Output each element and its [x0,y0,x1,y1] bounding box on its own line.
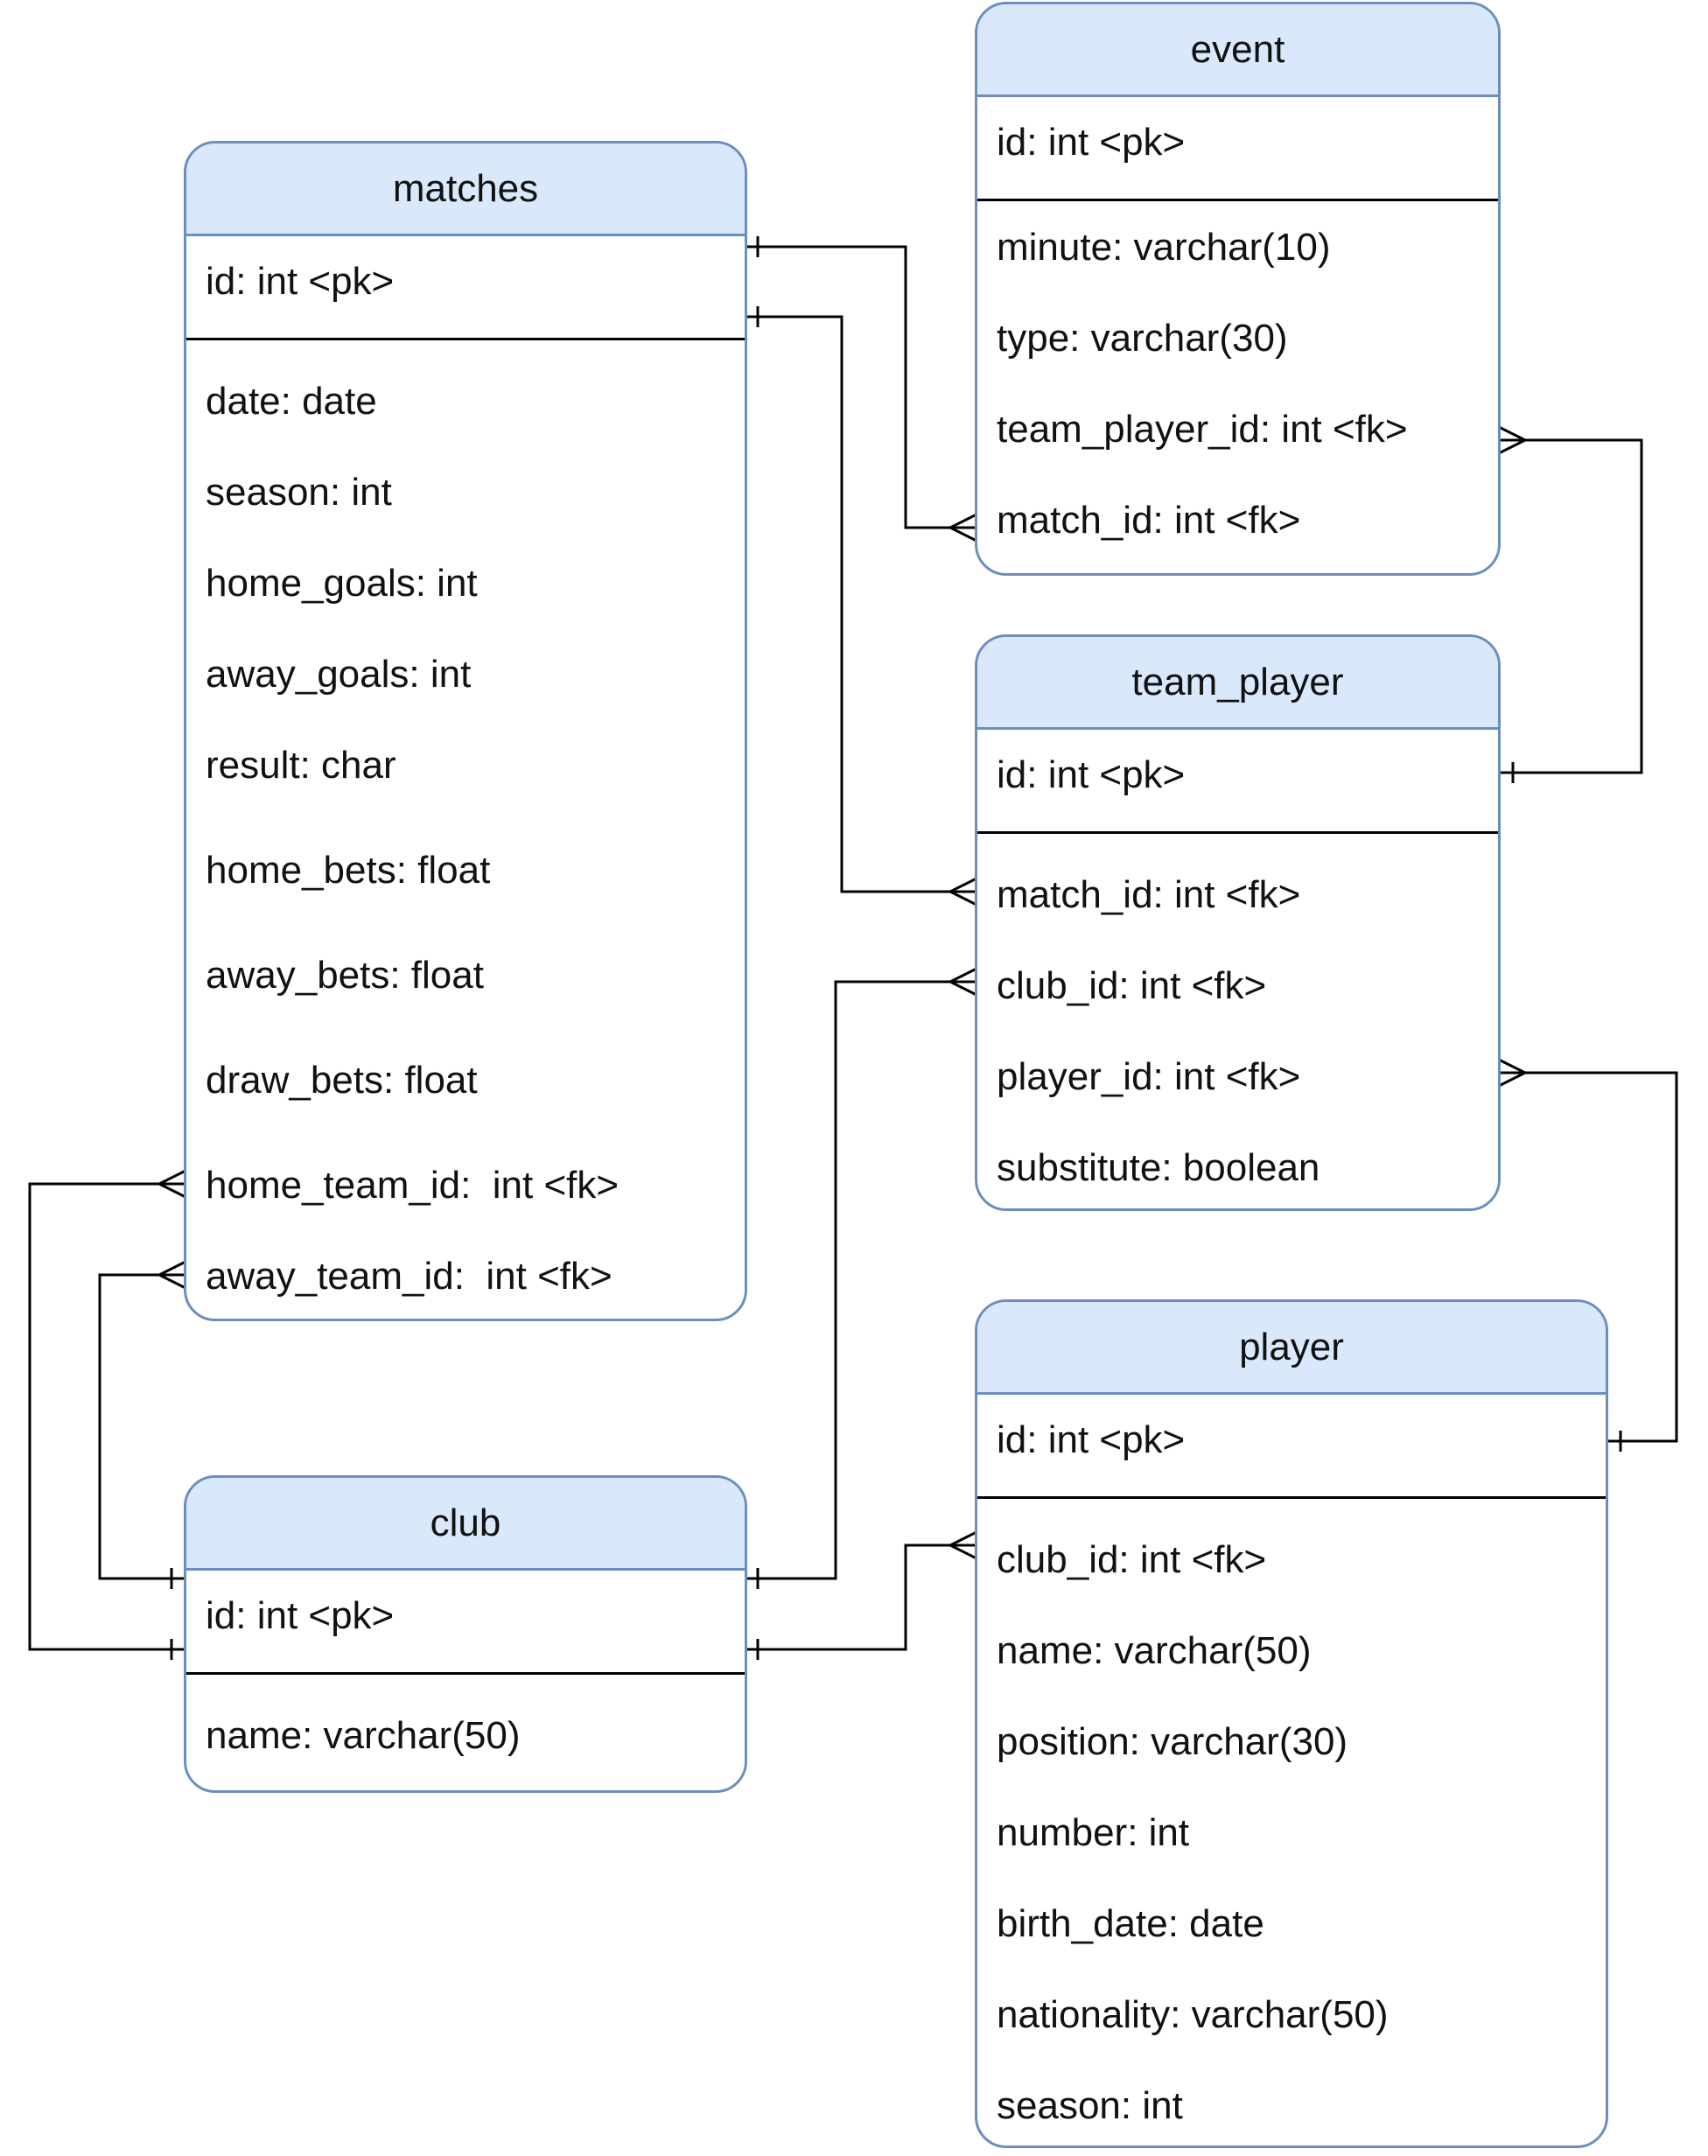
pk-section: id: int <pk> [977,730,1498,834]
entity-title: event [977,4,1498,97]
field-club-id: club_id: int <fk> [997,1538,1267,1581]
field-away-goals: away_goals: int [206,653,472,696]
field-name: name: varchar(50) [997,1629,1312,1672]
pk-attribute: id: int <pk> [997,1418,1186,1461]
entity-matches: matches id: int <pk> date: date season: … [184,141,747,1321]
field-name: name: varchar(50) [206,1714,521,1757]
pk-attribute: id: int <pk> [206,260,395,303]
field-draw-bets: draw_bets: float [206,1059,478,1102]
field-date: date: date [206,380,377,423]
field-nationality: nationality: varchar(50) [997,1993,1389,2036]
entity-event: event id: int <pk> minute: varchar(10) t… [975,2,1501,576]
field-season: season: int [997,2084,1183,2127]
entity-player: player id: int <pk> club_id: int <fk> na… [975,1299,1608,2148]
pk-section: id: int <pk> [186,236,745,340]
pk-attribute: id: int <pk> [997,121,1186,164]
connector-club-matches-away [98,1260,186,1589]
field-number: number: int [997,1811,1190,1854]
field-birth-date: birth_date: date [997,1902,1264,1945]
field-home-team-id: home_team_id: int <fk> [206,1164,620,1207]
field-match-id: match_id: int <fk> [997,499,1301,542]
pk-section: id: int <pk> [977,97,1498,201]
field-match-id: match_id: int <fk> [997,873,1301,916]
field-team-player-id: team_player_id: int <fk> [997,408,1408,451]
field-type: type: varchar(30) [997,317,1288,360]
field-substitute: substitute: boolean [997,1146,1320,1189]
connector-club-team-player [746,967,977,1589]
field-player-id: player_id: int <fk> [997,1055,1301,1098]
field-away-team-id: away_team_id: int <fk> [206,1255,612,1298]
pk-attribute: id: int <pk> [997,753,1186,796]
entity-title: matches [186,144,745,236]
field-home-goals: home_goals: int [206,562,478,605]
connector-club-player [746,1530,977,1660]
connector-team-player-event [1498,425,1643,783]
pk-section: id: int <pk> [186,1571,745,1675]
connector-matches-team-player [746,306,977,906]
field-result: result: char [206,744,396,787]
entity-team-player: team_player id: int <pk> match_id: int <… [975,634,1501,1211]
field-minute: minute: varchar(10) [997,226,1331,269]
field-season: season: int [206,471,392,514]
pk-attribute: id: int <pk> [206,1594,395,1637]
entity-title: club [186,1478,745,1571]
field-club-id: club_id: int <fk> [997,964,1267,1007]
field-home-bets: home_bets: float [206,849,491,892]
connector-club-matches-home [28,1169,186,1660]
entity-title: player [977,1302,1606,1395]
field-position: position: varchar(30) [997,1720,1348,1763]
field-away-bets: away_bets: float [206,954,484,997]
connector-matches-event [746,236,977,542]
entity-title: team_player [977,637,1498,730]
pk-section: id: int <pk> [977,1395,1606,1499]
entity-club: club id: int <pk> name: varchar(50) [184,1475,747,1793]
